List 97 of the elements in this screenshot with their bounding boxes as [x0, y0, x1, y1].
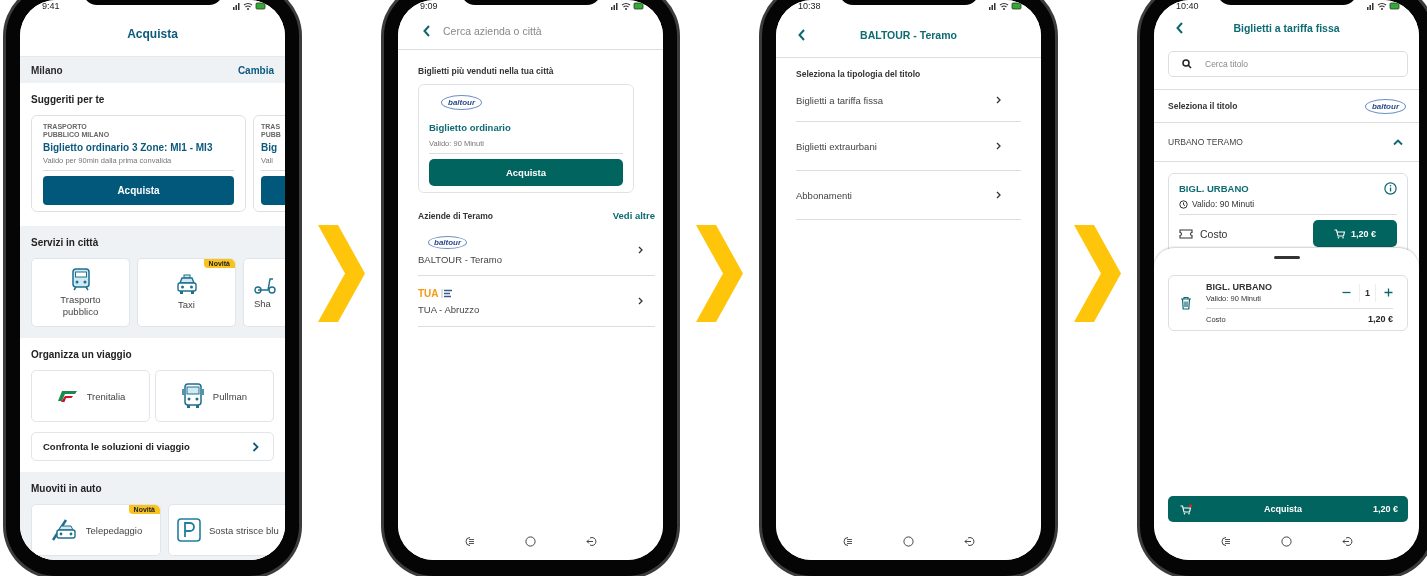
car-service-label: Telepedaggio: [85, 524, 143, 536]
status-time: 9:41: [42, 0, 60, 12]
drag-handle[interactable]: [1273, 256, 1300, 259]
add-to-cart-button[interactable]: 1,20 €: [1313, 220, 1397, 247]
car-barrier-icon: [49, 518, 78, 542]
status-time: 9:09: [420, 0, 438, 12]
chevron-right-icon: [638, 297, 643, 305]
back-icon[interactable]: [1341, 535, 1354, 547]
back-icon[interactable]: [798, 28, 806, 41]
scooter-icon: [254, 275, 276, 295]
city-name: Milano: [31, 64, 63, 76]
tram-icon: [70, 267, 91, 291]
plus-icon[interactable]: [1384, 288, 1393, 297]
home-icon[interactable]: [902, 535, 914, 547]
cart-icon: [1334, 228, 1345, 239]
section-title: Biglietti più venduti nella tua città: [418, 66, 555, 76]
status-icons-drawing: [611, 2, 645, 10]
trash-icon[interactable]: [1180, 296, 1192, 310]
service-tile[interactable]: Sha: [243, 258, 285, 327]
chevron-right-icon: [996, 142, 1001, 150]
status-time: 10:40: [1176, 0, 1199, 12]
info-icon[interactable]: [1384, 182, 1397, 195]
company-list-item[interactable]: TUA TUA - Abruzzo: [418, 276, 655, 327]
back-icon[interactable]: [585, 535, 598, 547]
home-icon[interactable]: [524, 535, 536, 547]
back-icon[interactable]: [1176, 22, 1184, 34]
ticket-title: Big: [261, 142, 278, 153]
ticket-group-header[interactable]: URBANO TERAMO: [1154, 123, 1419, 162]
company-logo: TUA: [418, 287, 453, 299]
ticket-title: Biglietto ordinario: [429, 122, 511, 133]
status-time: 10:38: [798, 0, 821, 12]
travel-option-label: Trenitalia: [86, 390, 126, 402]
cart-item-price: 1,20 €: [1367, 314, 1393, 324]
travel-option-label: Pullman: [212, 390, 248, 402]
car-service-label: Sosta strisce blu: [209, 524, 279, 536]
search-field[interactable]: Cerca titolo: [1168, 51, 1408, 77]
ticket-title: Biglietto ordinario 3 Zone: MI1 - MI3: [43, 142, 213, 153]
travel-option-tile[interactable]: Pullman: [155, 370, 274, 422]
search-field[interactable]: Cerca azienda o città: [443, 24, 623, 37]
home-icon[interactable]: [1280, 535, 1292, 547]
ticket-validity: Valido: 90 Minuti: [1192, 199, 1255, 209]
service-label: Sha: [254, 298, 271, 310]
search-icon: [1182, 59, 1192, 69]
checkout-button[interactable]: Acquista 1,20 €: [1168, 496, 1408, 522]
ticket-icon: [1179, 228, 1193, 239]
recent-apps-icon[interactable]: [1219, 535, 1231, 547]
service-label: Taxi: [177, 299, 196, 311]
chevron-arrow-icon: [318, 225, 365, 322]
ticket-type-item[interactable]: Biglietti a tariffa fissa: [796, 79, 1021, 122]
parking-icon: [177, 518, 201, 542]
chevron-right-icon: [996, 96, 1001, 104]
quantity-value: 1: [1359, 283, 1376, 302]
see-more-link[interactable]: Vedi altre: [612, 210, 655, 221]
chevron-right-icon: [638, 246, 643, 254]
section-title: Muoviti in auto: [31, 483, 103, 494]
ticket-type-item[interactable]: Abbonamenti: [796, 171, 1021, 220]
company-name: BALTOUR - Teramo: [418, 253, 502, 265]
cart-item-name: BIGL. URBANO: [1206, 282, 1272, 292]
cost-label: Costo: [1200, 227, 1228, 240]
recent-apps-icon[interactable]: [463, 535, 475, 547]
company-name: TUA - Abruzzo: [418, 303, 480, 315]
chevron-arrow-icon: [1074, 225, 1121, 322]
chevron-right-icon: [252, 441, 259, 452]
search-input[interactable]: Cerca titolo: [1205, 59, 1365, 69]
screen-title: Acquista: [127, 27, 178, 41]
back-icon[interactable]: [423, 24, 431, 37]
status-icons-drawing: [1367, 2, 1401, 10]
ticket-type-item[interactable]: Biglietti extraurbani: [796, 122, 1021, 171]
screen-title: BALTOUR - Teramo: [860, 28, 957, 41]
section-title: Seleziona la tipologia del titolo: [796, 69, 922, 79]
change-city-link[interactable]: Cambia: [237, 64, 274, 76]
section-title: Aziende di Teramo: [418, 210, 493, 221]
bus-icon: [181, 383, 204, 409]
buy-button[interactable]: Acquista: [429, 159, 623, 186]
status-icons-drawing: [989, 2, 1023, 10]
taxi-icon: [174, 274, 199, 296]
recent-apps-icon[interactable]: [841, 535, 853, 547]
travel-option-tile[interactable]: Trenitalia: [31, 370, 150, 422]
buy-button[interactable]: Acquista: [43, 176, 234, 205]
stripes-logo-icon: [55, 389, 78, 403]
section-title: Organizza un viaggio: [31, 349, 133, 360]
section-title: Seleziona il titolo: [1168, 101, 1238, 111]
service-tile[interactable]: Trasporto pubblico: [31, 258, 130, 327]
car-service-tile[interactable]: Sosta strisce blu: [168, 504, 285, 556]
service-label: Trasporto pubblico: [59, 294, 102, 318]
screen-title: Biglietti a tariffa fissa: [1233, 22, 1340, 34]
chevron-arrow-icon: [696, 225, 743, 322]
company-list-item[interactable]: baltour BALTOUR - Teramo: [418, 225, 655, 276]
cart-icon: [1180, 503, 1193, 515]
status-icons-drawing: [233, 2, 267, 10]
chevron-right-icon: [996, 191, 1001, 199]
section-title: Suggeriti per te: [31, 94, 106, 105]
clock-icon: [1179, 199, 1188, 209]
compare-solutions-button[interactable]: Confronta le soluzioni di viaggio: [31, 432, 274, 461]
section-title: Servizi in città: [31, 237, 100, 248]
back-icon[interactable]: [963, 535, 976, 547]
ticket-name: BIGL. URBANO: [1179, 183, 1249, 194]
